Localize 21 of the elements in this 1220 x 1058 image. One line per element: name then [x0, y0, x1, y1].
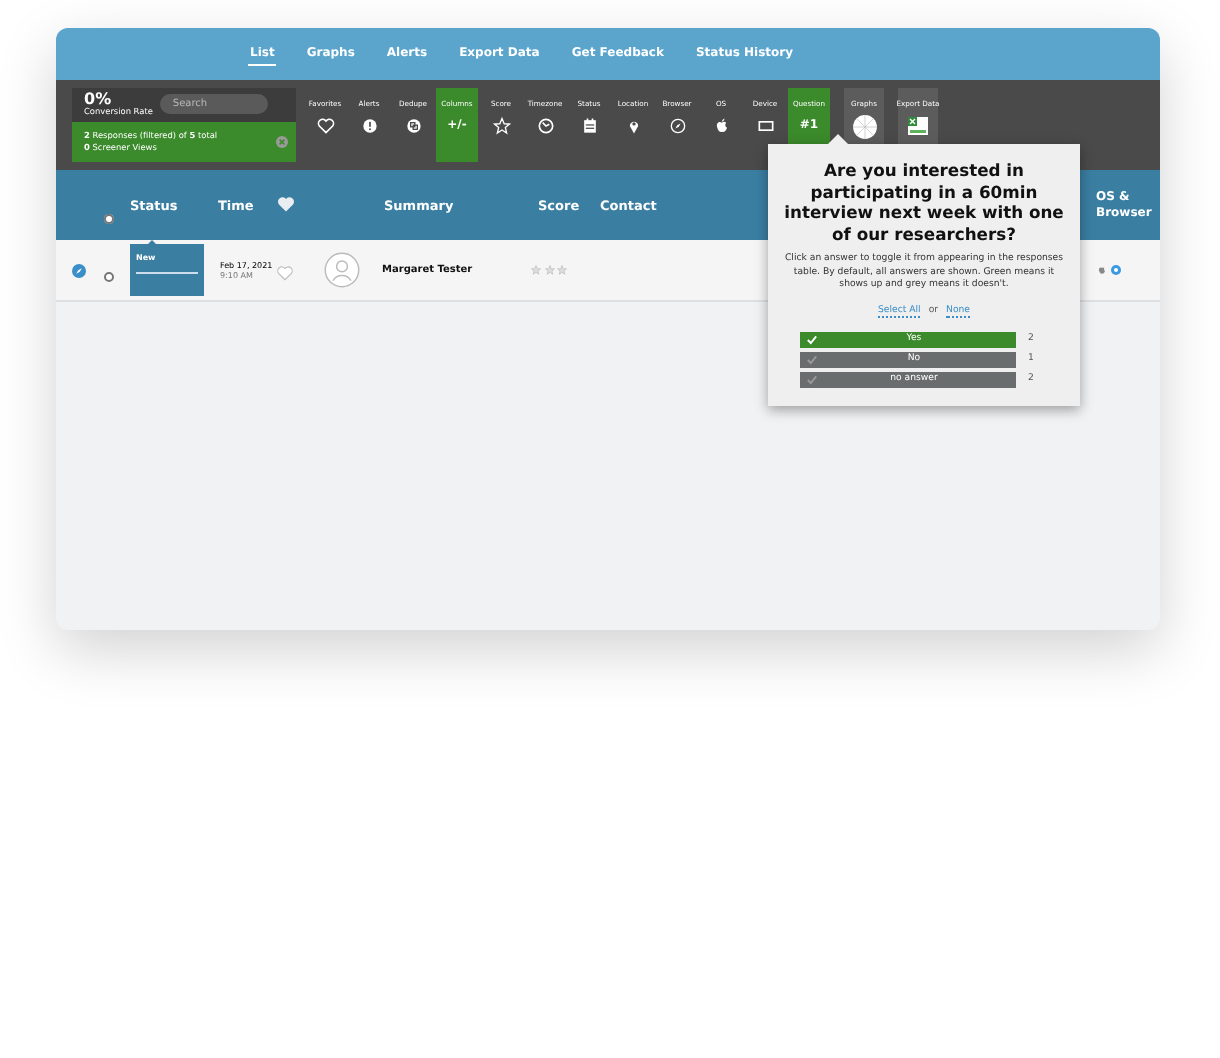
clock-icon [535, 116, 555, 136]
question-title: Are you interested in participating in a 60min interview next week with one of our researchers? [784, 160, 1064, 244]
calendar-icon [579, 116, 599, 136]
conversion-rate: 0% [84, 92, 112, 108]
spreadsheet-icon [906, 114, 930, 138]
compass-icon [667, 116, 687, 136]
browser-icon [1110, 264, 1122, 276]
row-checkbox[interactable] [104, 271, 114, 281]
alert-icon [359, 116, 379, 136]
avatar-icon [324, 252, 360, 288]
heart-icon [315, 116, 335, 136]
star-icon [491, 116, 511, 136]
apple-icon [1096, 264, 1108, 276]
compass-icon[interactable] [72, 263, 86, 277]
pie-chart-icon [851, 114, 877, 140]
dedupe-icon [403, 116, 423, 136]
apple-icon [711, 116, 731, 136]
select-all-checkbox[interactable] [104, 214, 114, 224]
heart-icon[interactable] [276, 263, 294, 281]
heart-icon [276, 193, 296, 213]
device-icon [755, 116, 775, 136]
